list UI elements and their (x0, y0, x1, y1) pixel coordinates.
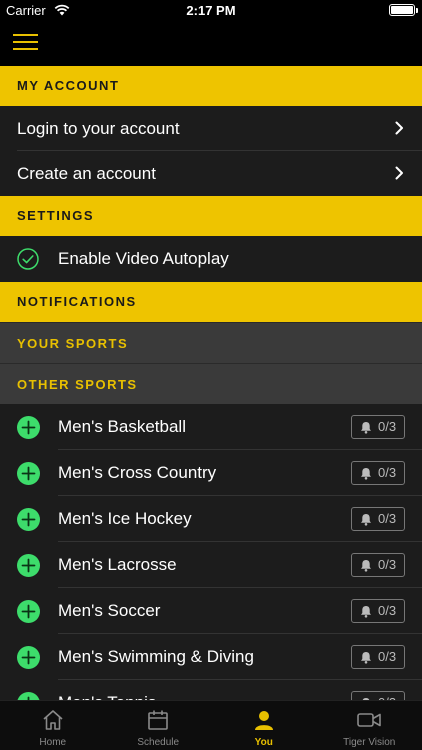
tab-tiger-vision-label: Tiger Vision (343, 737, 396, 748)
status-bar: Carrier 2:17 PM (0, 0, 422, 22)
sport-name: Men's Cross Country (58, 463, 217, 482)
sport-name: Men's Lacrosse (58, 555, 177, 574)
bell-icon (361, 422, 371, 434)
login-row[interactable]: Login to your account (0, 106, 422, 151)
sport-row: Men's Basketball 0/3 (0, 404, 422, 450)
bell-icon (361, 560, 371, 572)
sport-row: Men's Cross Country 0/3 (0, 450, 422, 496)
bell-icon (361, 514, 371, 526)
check-circle-icon (17, 248, 39, 270)
tab-home-label: Home (39, 737, 67, 748)
add-circle-icon[interactable] (17, 646, 40, 669)
notification-count: 0/3 (378, 557, 397, 572)
sport-name: Men's Swimming & Diving (58, 647, 254, 666)
notification-count-button[interactable]: 0/3 (351, 461, 405, 485)
sport-name: Men's Soccer (58, 601, 161, 620)
bell-icon (361, 652, 371, 664)
video-camera-icon (357, 713, 382, 727)
calendar-icon (148, 710, 169, 730)
notification-count-button[interactable]: 0/3 (351, 645, 405, 669)
notification-count-button[interactable]: 0/3 (351, 415, 405, 439)
add-circle-icon[interactable] (17, 462, 40, 485)
tab-home[interactable]: Home (0, 701, 106, 750)
tab-schedule-label: Schedule (137, 737, 180, 748)
sport-name: Men's Tennis (58, 680, 156, 700)
notification-count-button[interactable]: 0/3 (351, 691, 405, 700)
sport-row: Men's Tennis 0/3 (0, 680, 422, 700)
bell-icon (361, 606, 371, 618)
tab-you-label: You (254, 737, 273, 748)
other-sports-list: Men's Basketball 0/3 Men's Cross Country 0/… (0, 404, 422, 700)
your-sports-header: YOUR SPORTS (0, 322, 422, 363)
sport-name: Men's Basketball (58, 417, 186, 436)
login-label: Login to your account (17, 119, 180, 138)
video-autoplay-label: Enable Video Autoplay (58, 249, 229, 268)
sport-name: Men's Ice Hockey (58, 509, 192, 528)
chevron-right-icon (395, 166, 403, 180)
tab-you[interactable]: You (211, 701, 317, 750)
add-circle-icon[interactable] (17, 508, 40, 531)
sport-row: Men's Lacrosse 0/3 (0, 542, 422, 588)
video-autoplay-toggle[interactable]: Enable Video Autoplay (0, 236, 422, 282)
nav-bar (0, 22, 422, 66)
notification-count-button[interactable]: 0/3 (351, 599, 405, 623)
sport-row: Men's Ice Hockey 0/3 (0, 496, 422, 542)
settings-header: SETTINGS (0, 196, 422, 236)
tab-bar: Home Schedule You Tiger Vision (0, 700, 422, 750)
chevron-right-icon (395, 121, 403, 135)
notifications-header: NOTIFICATIONS (0, 282, 422, 322)
notification-count: 0/3 (378, 603, 397, 618)
person-icon (254, 711, 273, 730)
add-circle-icon[interactable] (17, 416, 40, 439)
notification-count: 0/3 (378, 465, 397, 480)
battery-icon (389, 4, 418, 16)
sport-row: Men's Soccer 0/3 (0, 588, 422, 634)
notification-count: 0/3 (378, 649, 397, 664)
notification-count: 0/3 (378, 419, 397, 434)
notification-count: 0/3 (378, 511, 397, 526)
add-circle-icon[interactable] (17, 692, 40, 700)
add-circle-icon[interactable] (17, 600, 40, 623)
settings-list[interactable]: MY ACCOUNT Login to your account Create … (0, 66, 422, 700)
sport-row: Men's Swimming & Diving 0/3 (0, 634, 422, 680)
notification-count-button[interactable]: 0/3 (351, 553, 405, 577)
create-account-row[interactable]: Create an account (0, 151, 422, 196)
other-sports-header: OTHER SPORTS (0, 363, 422, 404)
clock: 2:17 PM (186, 3, 236, 18)
my-account-header: MY ACCOUNT (0, 66, 422, 106)
home-icon (43, 710, 63, 730)
tab-tiger-vision[interactable]: Tiger Vision (317, 701, 422, 750)
bell-icon (361, 468, 371, 480)
tab-schedule[interactable]: Schedule (106, 701, 212, 750)
create-account-label: Create an account (17, 164, 156, 183)
add-circle-icon[interactable] (17, 554, 40, 577)
notification-count-button[interactable]: 0/3 (351, 507, 405, 531)
hamburger-menu-icon[interactable] (13, 34, 38, 54)
